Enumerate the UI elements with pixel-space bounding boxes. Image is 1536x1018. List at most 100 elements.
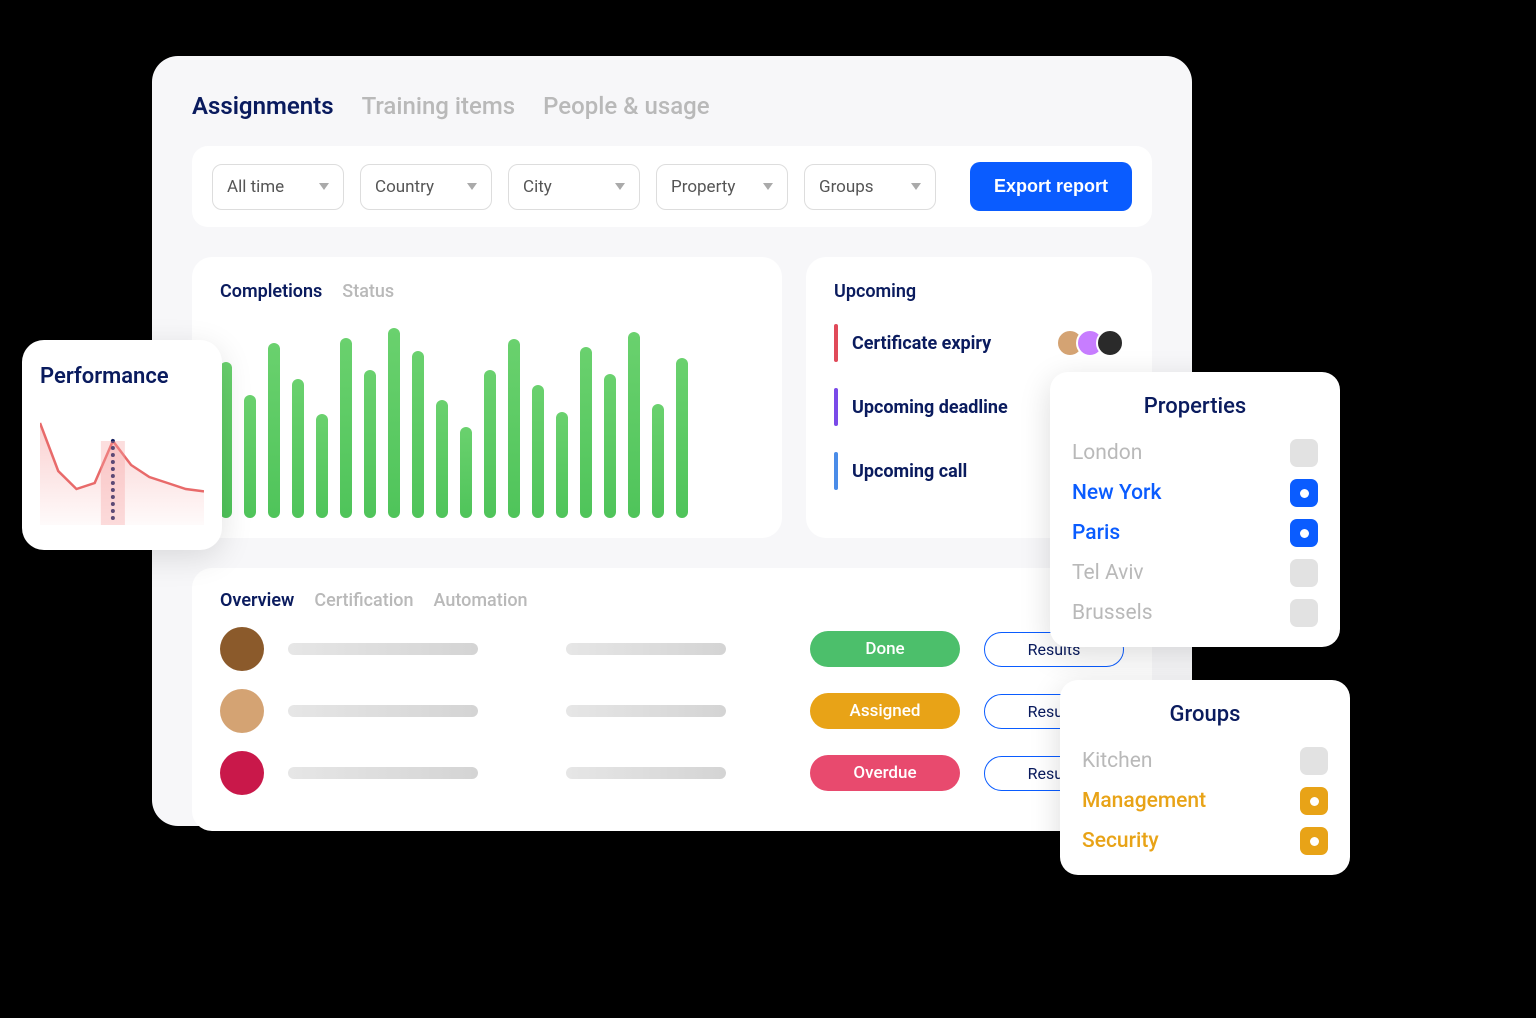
chevron-down-icon <box>467 183 477 190</box>
text-placeholder <box>288 643 478 655</box>
table-row: DoneResults <box>220 627 1124 671</box>
properties-item-label: New York <box>1072 481 1161 505</box>
avatar <box>1096 329 1124 357</box>
completions-bar <box>652 404 664 518</box>
properties-panel: Properties London New York Paris Tel Aviv Br… <box>1050 372 1340 647</box>
checkbox[interactable] <box>1290 599 1318 627</box>
groups-item-label: Kitchen <box>1082 749 1152 773</box>
properties-item[interactable]: Paris <box>1072 513 1318 553</box>
properties-item[interactable]: Brussels <box>1072 593 1318 633</box>
text-placeholder <box>566 643 726 655</box>
text-placeholder <box>288 767 478 779</box>
subtab-completions[interactable]: Completions <box>220 281 322 302</box>
chevron-down-icon <box>763 183 773 190</box>
filter-time[interactable]: All time <box>212 164 344 210</box>
main-tabs: Assignments Training items People & usag… <box>192 92 1152 120</box>
checkbox[interactable] <box>1290 479 1318 507</box>
mid-row: Completions Status Upcoming Certificate … <box>192 257 1152 538</box>
upcoming-item[interactable]: Certificate expiry <box>834 324 1124 362</box>
groups-item-label: Security <box>1082 829 1159 853</box>
subtab-automation[interactable]: Automation <box>434 590 528 611</box>
text-placeholder <box>288 705 478 717</box>
filter-groups[interactable]: Groups <box>804 164 936 210</box>
completions-bar <box>292 379 304 518</box>
main-dashboard-card: Assignments Training items People & usag… <box>152 56 1192 826</box>
completions-bar <box>628 332 640 518</box>
completions-bar <box>244 395 256 519</box>
completions-card: Completions Status <box>192 257 782 538</box>
completions-bar <box>508 339 520 518</box>
upcoming-title: Upcoming <box>834 281 1124 302</box>
completions-bar <box>436 400 448 518</box>
status-badge: Done <box>810 631 960 667</box>
upcoming-color-bar <box>834 452 838 490</box>
export-report-button[interactable]: Export report <box>970 162 1132 211</box>
upcoming-item-label: Upcoming call <box>852 461 967 482</box>
avatar-stack <box>1064 329 1124 357</box>
completions-bar <box>532 385 544 518</box>
groups-panel-title: Groups <box>1082 702 1328 727</box>
checkbox[interactable] <box>1300 827 1328 855</box>
upcoming-item-label: Certificate expiry <box>852 333 991 354</box>
text-placeholder <box>566 705 726 717</box>
upcoming-item-label: Upcoming deadline <box>852 397 1008 418</box>
chevron-down-icon <box>911 183 921 190</box>
overview-rows: DoneResults AssignedResults OverdueResults <box>220 627 1124 795</box>
properties-panel-title: Properties <box>1072 394 1318 419</box>
filter-country-label: Country <box>375 177 434 197</box>
completions-bar <box>412 351 424 518</box>
checkbox[interactable] <box>1300 787 1328 815</box>
avatar <box>220 627 264 671</box>
filter-property[interactable]: Property <box>656 164 788 210</box>
groups-item[interactable]: Security <box>1082 821 1328 861</box>
filter-country[interactable]: Country <box>360 164 492 210</box>
completions-bar <box>364 370 376 518</box>
status-badge: Overdue <box>810 755 960 791</box>
avatar <box>220 689 264 733</box>
filter-city-label: City <box>523 177 552 197</box>
filter-city[interactable]: City <box>508 164 640 210</box>
text-placeholder <box>566 767 726 779</box>
completions-bar-chart <box>220 318 754 518</box>
filter-groups-label: Groups <box>819 177 874 197</box>
tab-people-usage[interactable]: People & usage <box>543 92 710 120</box>
completions-bar <box>268 343 280 518</box>
subtab-overview[interactable]: Overview <box>220 590 294 611</box>
properties-item[interactable]: New York <box>1072 473 1318 513</box>
table-row: AssignedResults <box>220 689 1124 733</box>
performance-line-chart <box>40 405 204 525</box>
properties-item[interactable]: London <box>1072 433 1318 473</box>
properties-item[interactable]: Tel Aviv <box>1072 553 1318 593</box>
chevron-down-icon <box>319 183 329 190</box>
groups-item[interactable]: Management <box>1082 781 1328 821</box>
subtab-certification[interactable]: Certification <box>314 590 413 611</box>
completions-bar <box>340 338 352 519</box>
checkbox[interactable] <box>1290 439 1318 467</box>
properties-list: London New York Paris Tel Aviv Brussels <box>1072 433 1318 633</box>
tab-assignments[interactable]: Assignments <box>192 92 334 120</box>
properties-item-label: Tel Aviv <box>1072 561 1144 585</box>
checkbox[interactable] <box>1290 519 1318 547</box>
properties-item-label: London <box>1072 441 1142 465</box>
chevron-down-icon <box>615 183 625 190</box>
groups-item[interactable]: Kitchen <box>1082 741 1328 781</box>
completions-bar <box>604 374 616 518</box>
filter-property-label: Property <box>671 177 735 197</box>
completions-bar <box>676 358 688 518</box>
table-row: OverdueResults <box>220 751 1124 795</box>
checkbox[interactable] <box>1300 747 1328 775</box>
completions-bar <box>484 370 496 518</box>
groups-panel: Groups Kitchen Management Security <box>1060 680 1350 875</box>
groups-item-label: Management <box>1082 789 1206 813</box>
avatar <box>220 751 264 795</box>
filters-bar: All time Country City Property Groups Ex… <box>192 146 1152 227</box>
subtab-status[interactable]: Status <box>342 281 394 302</box>
overview-card: Overview Certification Automation DoneRe… <box>192 568 1152 831</box>
filter-time-label: All time <box>227 177 284 197</box>
completions-bar <box>460 427 472 518</box>
completions-bar <box>388 328 400 518</box>
completions-bar <box>556 412 568 518</box>
tab-training-items[interactable]: Training items <box>362 92 516 120</box>
completions-subtabs: Completions Status <box>220 281 754 302</box>
checkbox[interactable] <box>1290 559 1318 587</box>
